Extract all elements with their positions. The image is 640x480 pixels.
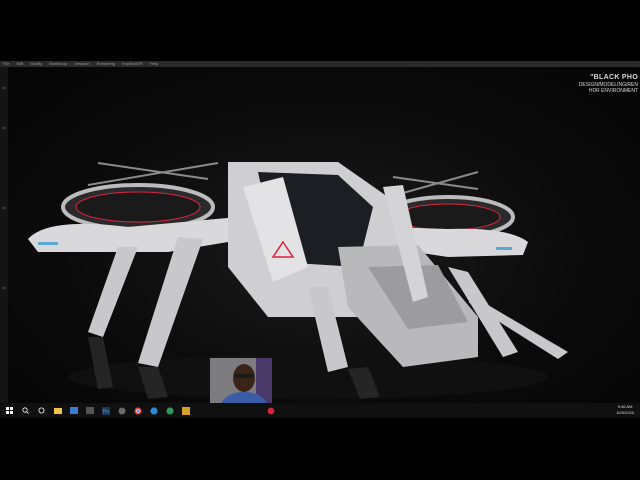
media-icon[interactable] <box>83 404 96 417</box>
svg-text:Ps: Ps <box>103 409 109 415</box>
render-credit-line: HDR ENVIRONMENT <box>588 88 638 94</box>
search-icon[interactable] <box>19 404 32 417</box>
rail-tool[interactable] <box>2 127 6 129</box>
rail-tool[interactable] <box>2 287 6 289</box>
rail-tool[interactable] <box>2 87 6 89</box>
chrome-icon[interactable] <box>131 404 144 417</box>
render-title: "BLACK PHO <box>590 74 638 81</box>
edge-icon[interactable] <box>147 404 160 417</box>
render-viewport[interactable]: "BLACK PHO DESIGN/MODELING/REN HDR ENVIR… <box>8 67 640 403</box>
video-letterbox-bottom <box>0 418 640 480</box>
clock-date: 10/5/2020 <box>616 410 634 415</box>
video-letterbox-top <box>0 0 640 61</box>
app-icon[interactable] <box>115 404 128 417</box>
store-icon[interactable] <box>67 404 80 417</box>
render-title-overlay: "BLACK PHO DESIGN/MODELING/REN HDR ENVIR… <box>579 73 638 94</box>
rail-tool[interactable] <box>2 207 6 209</box>
photoshop-icon[interactable]: Ps <box>99 404 112 417</box>
desktop-screen: File Edit Modify Workshop Viewport Rende… <box>0 61 640 418</box>
app-icon[interactable] <box>163 404 176 417</box>
app-icon[interactable] <box>179 404 192 417</box>
file-explorer-icon[interactable] <box>51 404 64 417</box>
record-icon[interactable] <box>264 404 277 417</box>
taskbar-clock[interactable]: 9:46 AM 10/5/2020 <box>616 404 634 416</box>
windows-taskbar: Ps 9:46 AM 10/5/2020 <box>0 403 640 418</box>
windows-start-icon[interactable] <box>3 404 16 417</box>
task-view-icon[interactable] <box>35 404 48 417</box>
vehicle-render <box>28 162 568 399</box>
